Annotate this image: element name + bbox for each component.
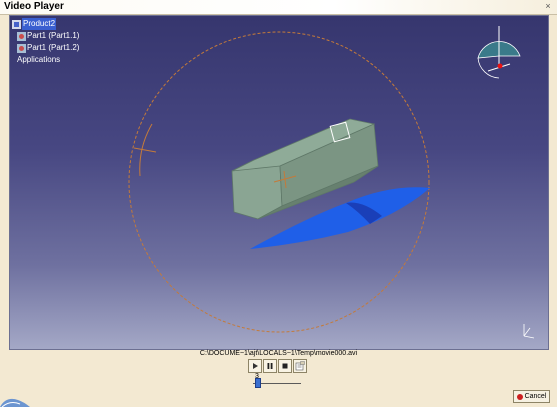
3d-viewport[interactable]: Product2 Part1 (Part1.1) Part1 (Part1.2)… bbox=[9, 15, 549, 350]
tree-label-part-2[interactable]: Part1 (Part1.2) bbox=[27, 42, 79, 54]
specification-tree: Product2 Part1 (Part1.1) Part1 (Part1.2)… bbox=[12, 18, 79, 66]
axis-triad-icon bbox=[523, 324, 535, 339]
settings-button[interactable] bbox=[293, 359, 307, 373]
title-bar: Video Player × bbox=[0, 0, 557, 15]
cancel-icon bbox=[516, 393, 523, 400]
pause-icon bbox=[267, 363, 273, 369]
part-icon bbox=[17, 43, 26, 53]
window-title: Video Player bbox=[4, 1, 64, 12]
play-button[interactable] bbox=[248, 359, 262, 373]
play-icon bbox=[253, 363, 258, 369]
playback-controls bbox=[248, 359, 307, 374]
tree-label-part-1[interactable]: Part1 (Part1.1) bbox=[27, 30, 79, 42]
tree-node-part-1[interactable]: Part1 (Part1.1) bbox=[12, 30, 79, 42]
tree-node-root[interactable]: Product2 bbox=[12, 18, 79, 30]
cancel-button[interactable]: Cancel bbox=[513, 390, 550, 403]
product-icon bbox=[12, 19, 21, 29]
part-icon bbox=[17, 31, 26, 41]
tree-label-root[interactable]: Product2 bbox=[22, 18, 57, 30]
cancel-label: Cancel bbox=[524, 393, 547, 400]
rotation-tick bbox=[133, 147, 157, 153]
stop-icon bbox=[282, 363, 288, 369]
3d-scene[interactable] bbox=[10, 16, 549, 350]
app-logo-icon bbox=[0, 398, 30, 407]
slider-thumb[interactable] bbox=[255, 378, 261, 388]
compass-icon[interactable] bbox=[477, 26, 521, 79]
tree-node-applications[interactable]: Applications bbox=[12, 54, 79, 66]
close-icon[interactable]: × bbox=[543, 2, 553, 12]
tree-node-part-2[interactable]: Part1 (Part1.2) bbox=[12, 42, 79, 54]
stop-button[interactable] bbox=[278, 359, 292, 373]
pause-button[interactable] bbox=[263, 359, 277, 373]
settings-icon bbox=[295, 361, 305, 371]
frame-slider[interactable]: 3 bbox=[253, 373, 303, 390]
tree-label-applications[interactable]: Applications bbox=[17, 54, 60, 66]
file-path: C:\DOCUME~1\ajt\LOCALS~1\Temp\movie000.a… bbox=[199, 350, 358, 357]
